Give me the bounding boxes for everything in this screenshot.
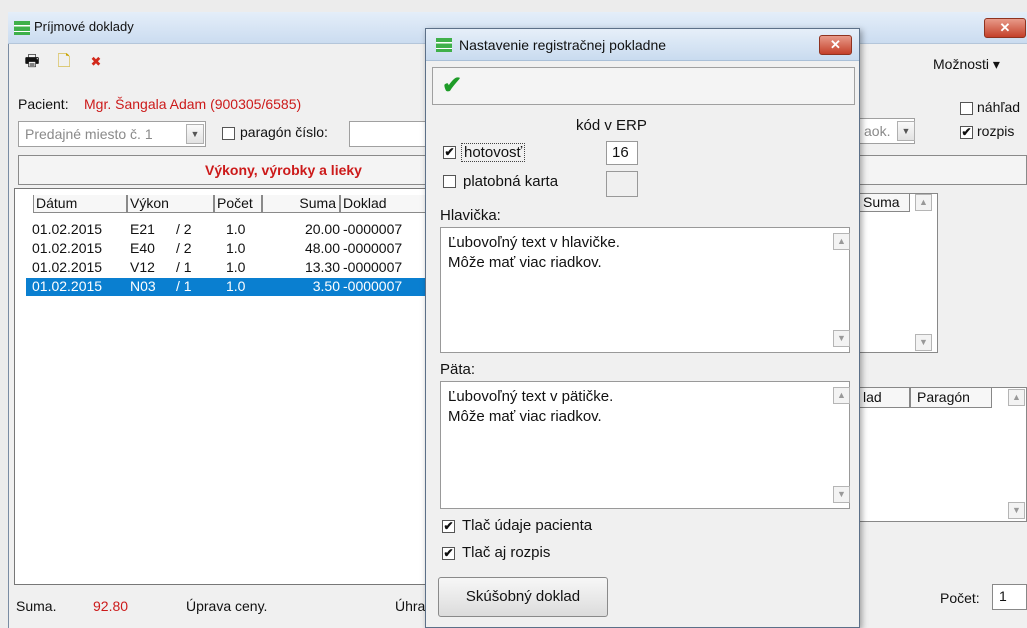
predajne-miesto-select[interactable]: Predajné miesto č. 1 (18, 121, 206, 147)
paragon-input[interactable] (349, 121, 429, 147)
scroll-up-icon[interactable]: ▲ (1008, 389, 1025, 406)
cell-datum: 01.02.2015 (32, 240, 103, 256)
dialog-close-button[interactable]: ✕ (819, 35, 852, 55)
platobna-karta-label: platobná karta (463, 173, 559, 190)
right-section-bar (858, 155, 1027, 185)
cell-kat: / 1 (176, 259, 192, 275)
cell-pocet: 1.0 (226, 259, 246, 275)
hotovost-label: hotovosť (461, 143, 526, 162)
table-row[interactable]: 01.02.2015 E40 / 2 1.0 48.00 -0000007 (26, 240, 426, 258)
nahlad-label: náhľad (977, 99, 1021, 115)
main-close-button[interactable]: ✕ (984, 18, 1026, 38)
col-header-pocet[interactable]: Počet (214, 195, 262, 213)
delete-document-icon[interactable]: ✖ (86, 52, 106, 72)
tlac-pacienta-checkbox[interactable]: ✔ (442, 520, 455, 533)
cell-suma: 13.30 (304, 259, 340, 275)
rozpis-label: rozpis (977, 123, 1015, 139)
print-icon[interactable]: 🖶 (22, 52, 42, 72)
dialog-toolbar (432, 67, 855, 105)
chevron-down-icon[interactable]: ▼ (897, 121, 915, 141)
skusobny-doklad-button[interactable]: Skúšobný doklad (438, 577, 608, 617)
dialog-title: Nastavenie registračnej pokladne (459, 37, 667, 53)
cell-suma: 3.50 (312, 278, 340, 294)
cell-vykon: E21 (130, 221, 155, 237)
suma-value: 92.80 (93, 598, 129, 614)
cell-datum: 01.02.2015 (32, 221, 103, 237)
right-col-header-doklad[interactable]: lad (858, 387, 910, 408)
cell-suma: 48.00 (304, 240, 340, 256)
cell-datum: 01.02.2015 (32, 278, 103, 294)
table-row[interactable]: 01.02.2015 E21 / 2 1.0 20.00 -0000007 (26, 221, 426, 239)
pocet-input[interactable]: 1 (992, 584, 1027, 610)
scroll-down-icon[interactable]: ▼ (833, 486, 850, 503)
patient-name: Mgr. Šangala Adam (900305/6585) (84, 96, 302, 112)
cell-datum: 01.02.2015 (32, 259, 103, 275)
rozpis-checkbox[interactable]: ✔ (960, 126, 973, 139)
suma-label: Suma. (16, 598, 57, 614)
moznosti-menu[interactable]: Možnosti ▾ (933, 56, 1000, 73)
col-header-doklad[interactable]: Doklad (340, 195, 432, 213)
chevron-down-icon[interactable]: ▼ (186, 124, 204, 144)
cell-kat: / 2 (176, 221, 192, 237)
cell-kat: / 1 (176, 278, 192, 294)
right-table-top (858, 193, 938, 353)
cell-vykon: N03 (130, 278, 156, 294)
hlavicka-textarea[interactable]: Ľubovoľný text v hlavičke. Môže mať viac… (440, 227, 850, 353)
platobna-karta-checkbox[interactable] (443, 175, 456, 188)
scroll-down-icon[interactable]: ▼ (1008, 502, 1025, 519)
kod-erp-header: kód v ERP (576, 117, 647, 134)
pata-text: Ľubovoľný text v pätičke. Môže mať viac … (448, 388, 614, 425)
cell-doklad: -0000007 (343, 221, 403, 237)
col-header-vykon[interactable]: Výkon (127, 195, 214, 213)
col-header-datum[interactable]: Dátum (33, 195, 127, 213)
pocet-label: Počet: (940, 590, 980, 606)
table-row[interactable]: 01.02.2015 N03 / 1 1.0 3.50 -0000007 (26, 278, 426, 296)
main-window-title: Príjmové doklady (34, 19, 134, 34)
cell-pocet: 1.0 (226, 221, 246, 237)
table-row[interactable]: 01.02.2015 V12 / 1 1.0 13.30 -0000007 (26, 259, 426, 277)
tlac-rozpis-checkbox[interactable]: ✔ (442, 547, 455, 560)
patient-label: Pacient: (18, 96, 69, 112)
col-header-suma[interactable]: Suma (262, 195, 340, 213)
uprava-ceny-link[interactable]: Úprava ceny. (186, 598, 267, 614)
cell-vykon: V12 (130, 259, 155, 275)
pata-textarea[interactable]: Ľubovoľný text v pätičke. Môže mať viac … (440, 381, 850, 509)
settings-dialog: Nastavenie registračnej pokladne ✕ ✔ kód… (425, 28, 860, 628)
tlac-rozpis-label: Tlač aj rozpis (462, 544, 551, 561)
scroll-down-icon[interactable]: ▼ (833, 330, 850, 347)
app-icon (14, 21, 30, 35)
hotovost-checkbox[interactable]: ✔ (443, 146, 456, 159)
hlavicka-label: Hlavička: (440, 207, 501, 224)
cell-doklad: -0000007 (343, 240, 403, 256)
cell-suma: 20.00 (304, 221, 340, 237)
app-icon (436, 38, 452, 52)
paragon-checkbox[interactable] (222, 127, 235, 140)
scroll-up-icon[interactable]: ▲ (833, 233, 850, 250)
hotovost-code-input[interactable]: 16 (606, 141, 638, 165)
right-col-header-paragon[interactable]: Paragón (910, 387, 992, 408)
right-col-header-suma[interactable]: Suma (858, 193, 910, 212)
nahlad-checkbox[interactable] (960, 102, 973, 115)
hlavicka-text: Ľubovoľný text v hlavičke. Môže mať viac… (448, 234, 620, 271)
pata-label: Päta: (440, 361, 476, 378)
new-document-icon[interactable]: 🗋 (54, 52, 74, 72)
section-title: Výkony, výrobky a lieky (205, 162, 362, 178)
cell-pocet: 1.0 (226, 240, 246, 256)
cell-pocet: 1.0 (226, 278, 246, 294)
platobna-karta-code-input[interactable] (606, 171, 638, 197)
cell-doklad: -0000007 (343, 259, 403, 275)
scroll-down-icon[interactable]: ▼ (915, 334, 932, 351)
cell-doklad: -0000007 (343, 278, 403, 294)
scroll-up-icon[interactable]: ▲ (915, 194, 932, 211)
paragon-label: paragón číslo: (240, 124, 328, 140)
cell-vykon: E40 (130, 240, 155, 256)
confirm-check-icon[interactable]: ✔ (442, 71, 462, 100)
scroll-up-icon[interactable]: ▲ (833, 387, 850, 404)
uhra-label: Úhra (395, 598, 426, 614)
cell-kat: / 2 (176, 240, 192, 256)
tlac-pacienta-label: Tlač údaje pacienta (462, 517, 593, 534)
